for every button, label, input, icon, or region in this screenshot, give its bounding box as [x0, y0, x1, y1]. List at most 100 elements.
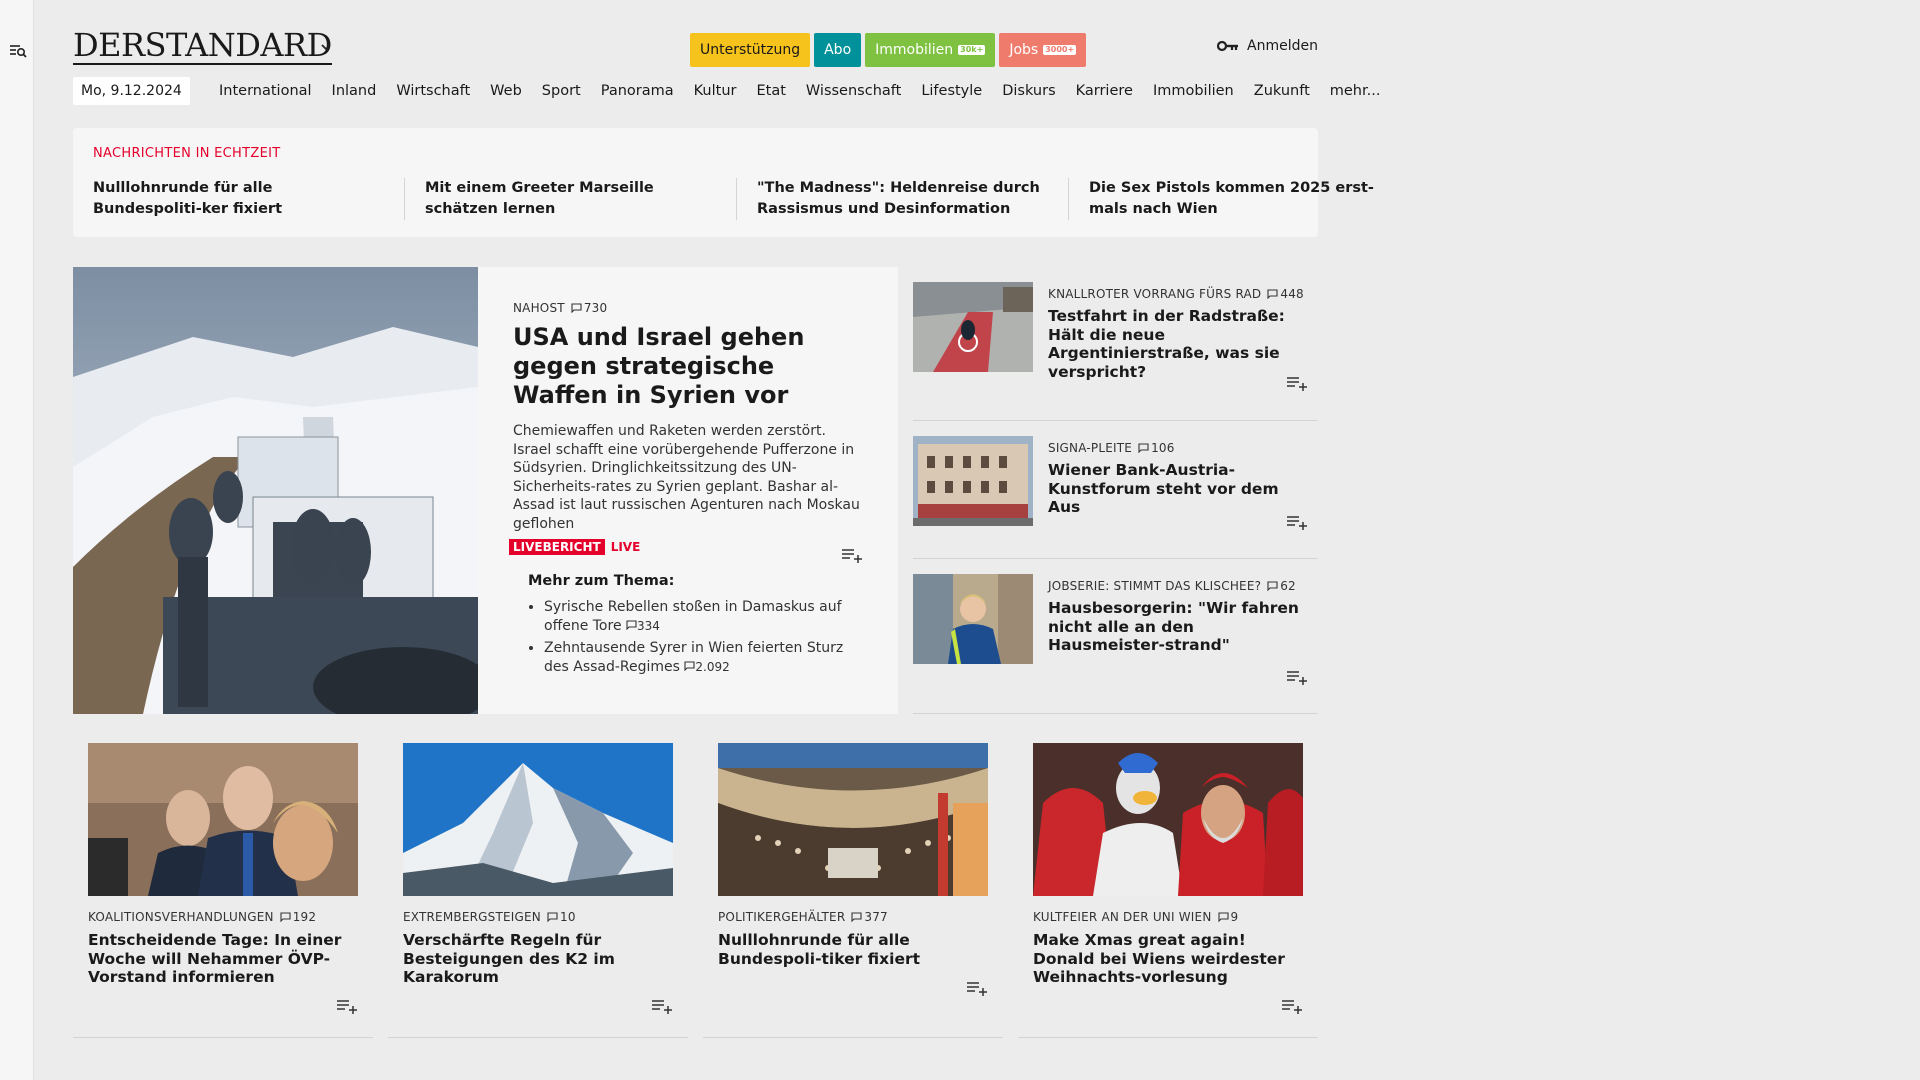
comment-icon — [684, 660, 695, 671]
comment-count: 2.092 — [695, 659, 730, 674]
ticker-item[interactable]: Die Sex Pistols kommen 2025 erst-mals na… — [1089, 178, 1401, 220]
pill-badge: 3000+ — [1043, 45, 1077, 55]
pill-label: Unterstützung — [700, 42, 801, 58]
comment-icon — [1138, 443, 1149, 453]
abo-button[interactable]: Abo — [814, 33, 862, 67]
comment-count: 192 — [292, 910, 317, 924]
header-pills: Unterstützung Abo Immobilien 30k+ Jobs 3… — [690, 33, 1087, 67]
comments-link[interactable]: 192 — [280, 910, 317, 924]
article-thumbnail[interactable] — [718, 743, 988, 896]
livebericht-badge: LIVEBERICHT — [509, 539, 605, 555]
article-thumbnail[interactable] — [403, 743, 673, 896]
ticker-label: NACHRICHTEN IN ECHTZEIT — [93, 146, 281, 161]
article-thumbnail[interactable] — [1033, 743, 1303, 896]
ticker-item[interactable]: Mit einem Greeter Marseille schätzen ler… — [425, 178, 737, 220]
nav-item-diskurs[interactable]: Diskurs — [992, 77, 1065, 105]
nav-item-etat[interactable]: Etat — [746, 77, 795, 105]
article-thumbnail[interactable] — [913, 282, 1033, 372]
hero-image[interactable] — [73, 267, 478, 714]
live-indicator: LIVEBERICHT LIVE — [509, 539, 863, 555]
related-item[interactable]: Zehntausende Syrer in Wien feierten Stur… — [544, 639, 868, 676]
related-item[interactable]: Syrische Rebellen stoßen in Damaskus auf… — [544, 598, 868, 635]
side-article: SIGNA-PLEITE 106 Wiener Bank-Austria-Kuns… — [913, 421, 1318, 559]
jobs-button[interactable]: Jobs 3000+ — [999, 33, 1087, 67]
comments-link[interactable]: 730 — [571, 301, 608, 315]
add-to-list-icon[interactable] — [336, 998, 358, 1014]
card-headline[interactable]: Entscheidende Tage: In einer Woche will … — [88, 931, 363, 987]
realtime-news-ticker: NACHRICHTEN IN ECHTZEIT Nulllohnrunde fü… — [73, 128, 1374, 237]
current-date: Mo, 9.12.2024 — [73, 77, 190, 105]
card-headline[interactable]: Nulllohnrunde für alle Bundespoli-tiker … — [718, 931, 993, 968]
nav-item-immobilien[interactable]: Immobilien — [1143, 77, 1244, 105]
chevron-down-icon[interactable] — [319, 40, 333, 54]
nav-item-more[interactable]: mehr... — [1320, 77, 1391, 105]
nav-item-wirtschaft[interactable]: Wirtschaft — [386, 77, 480, 105]
left-rail — [0, 0, 34, 1080]
hero-article: NAHOST 730 USA und Israel gehen gegen st… — [73, 267, 898, 714]
comments-link[interactable]: 10 — [547, 910, 576, 924]
hero-kicker-label: NAHOST — [513, 301, 565, 315]
live-label: LIVE — [610, 540, 641, 554]
comment-count: 62 — [1280, 579, 1296, 593]
main-nav: International Inland Wirtschaft Web Spor… — [209, 77, 1390, 105]
side-headline[interactable]: Testfahrt in der Radstraße: Hält die neu… — [1048, 307, 1308, 381]
nav-item-wissenschaft[interactable]: Wissenschaft — [796, 77, 911, 105]
side-headline[interactable]: Wiener Bank-Austria-Kunstforum steht vor… — [1048, 461, 1308, 517]
side-headline[interactable]: Hausbesorgerin: "Wir fahren nicht alle a… — [1048, 599, 1308, 655]
comments-link[interactable]: 106 — [1138, 441, 1175, 455]
comment-icon — [1217, 912, 1229, 922]
add-to-list-icon[interactable] — [1286, 669, 1308, 685]
nav-item-panorama[interactable]: Panorama — [591, 77, 684, 105]
nav-item-lifestyle[interactable]: Lifestyle — [911, 77, 992, 105]
nav-item-zukunft[interactable]: Zukunft — [1244, 77, 1320, 105]
comments-link[interactable]: 2.092 — [684, 659, 730, 675]
site-logo[interactable]: DERSTANDARD — [73, 27, 332, 65]
card-kicker: EXTREMBERGSTEIGEN — [403, 910, 541, 924]
comment-icon — [280, 912, 291, 922]
card-kicker: KOALITIONSVERHANDLUNGEN — [88, 910, 274, 924]
pill-label: Immobilien — [875, 42, 954, 58]
add-to-list-icon[interactable] — [1286, 375, 1308, 391]
comments-link[interactable]: 62 — [1267, 579, 1296, 593]
ticker-item[interactable]: Nulllohnrunde für alle Bundespoliti-ker … — [93, 178, 405, 220]
pill-badge: 30k+ — [958, 45, 986, 55]
nav-item-sport[interactable]: Sport — [532, 77, 591, 105]
comments-link[interactable]: 334 — [626, 618, 660, 634]
side-kicker: JOBSERIE: STIMMT DAS KLISCHEE? — [1048, 579, 1262, 593]
comment-icon — [547, 912, 558, 922]
nav-item-karriere[interactable]: Karriere — [1066, 77, 1143, 105]
add-to-list-icon[interactable] — [651, 998, 673, 1014]
menu-search-icon[interactable] — [9, 42, 27, 60]
comments-link[interactable]: 9 — [1217, 910, 1239, 924]
add-to-list-icon[interactable] — [1286, 514, 1308, 530]
comment-icon — [851, 912, 862, 922]
hero-teaser: Chemiewaffen und Raketen werden zerstört… — [513, 423, 860, 532]
login-button[interactable]: Anmelden — [1217, 38, 1318, 54]
comment-count: 9 — [1230, 910, 1239, 924]
ticker-item[interactable]: "The Madness": Heldenreise durch Rassism… — [757, 178, 1069, 220]
nav-item-international[interactable]: International — [209, 77, 322, 105]
comment-count: 730 — [583, 301, 608, 315]
related-articles: Mehr zum Thema: Syrische Rebellen stoßen… — [528, 573, 868, 680]
add-to-list-icon[interactable] — [966, 980, 988, 996]
add-to-list-icon[interactable] — [841, 547, 863, 563]
support-button[interactable]: Unterstützung — [690, 33, 811, 67]
add-to-list-icon[interactable] — [1281, 998, 1303, 1014]
comment-icon — [626, 619, 637, 630]
article-card: KOALITIONSVERHANDLUNGEN 192 Entscheidende… — [73, 743, 373, 1038]
comment-count: 106 — [1151, 441, 1175, 455]
related-title: Mehr zum Thema: — [528, 573, 675, 589]
hero-headline[interactable]: USA und Israel gehen gegen strategische … — [513, 323, 863, 410]
article-thumbnail[interactable] — [88, 743, 358, 896]
card-headline[interactable]: Make Xmas great again! Donald bei Wiens … — [1033, 931, 1308, 987]
nav-item-inland[interactable]: Inland — [322, 77, 387, 105]
comments-link[interactable]: 377 — [851, 910, 888, 924]
nav-item-web[interactable]: Web — [480, 77, 532, 105]
article-thumbnail[interactable] — [913, 436, 1033, 526]
comments-link[interactable]: 448 — [1267, 287, 1304, 301]
nav-item-kultur[interactable]: Kultur — [684, 77, 747, 105]
pill-label: Jobs — [1009, 42, 1039, 58]
article-thumbnail[interactable] — [913, 574, 1033, 664]
card-headline[interactable]: Verschärfte Regeln für Besteigungen des … — [403, 931, 678, 987]
immobilien-button[interactable]: Immobilien 30k+ — [865, 33, 996, 67]
